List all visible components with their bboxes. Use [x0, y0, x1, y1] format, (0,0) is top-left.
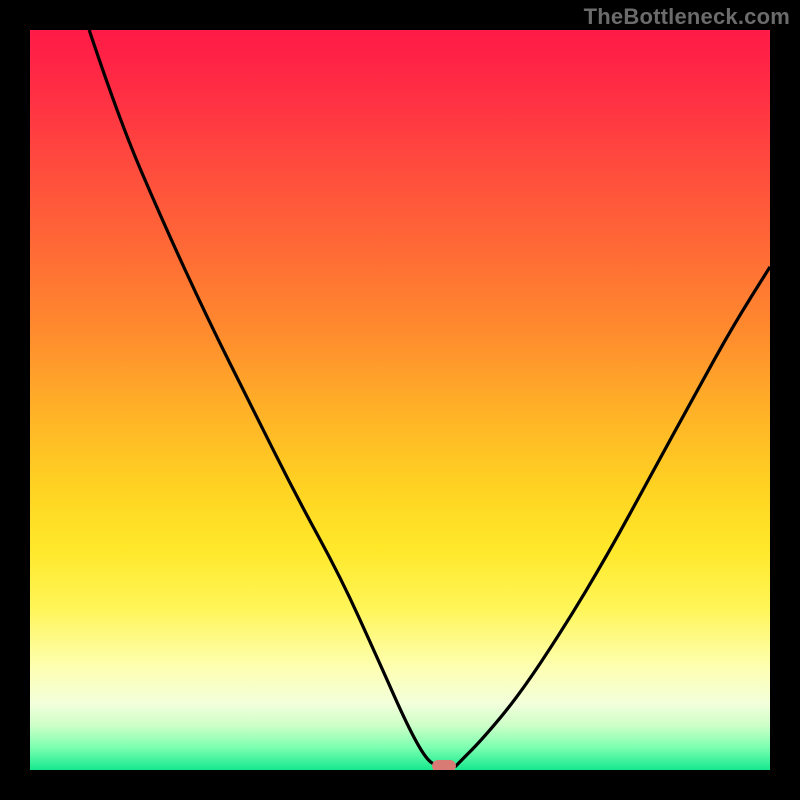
watermark-text: TheBottleneck.com: [584, 4, 790, 30]
bottleneck-curve: [30, 30, 770, 770]
plot-area: [30, 30, 770, 770]
chart-frame: TheBottleneck.com: [0, 0, 800, 800]
curve-path: [89, 30, 770, 767]
optimal-point-marker: [432, 760, 456, 770]
